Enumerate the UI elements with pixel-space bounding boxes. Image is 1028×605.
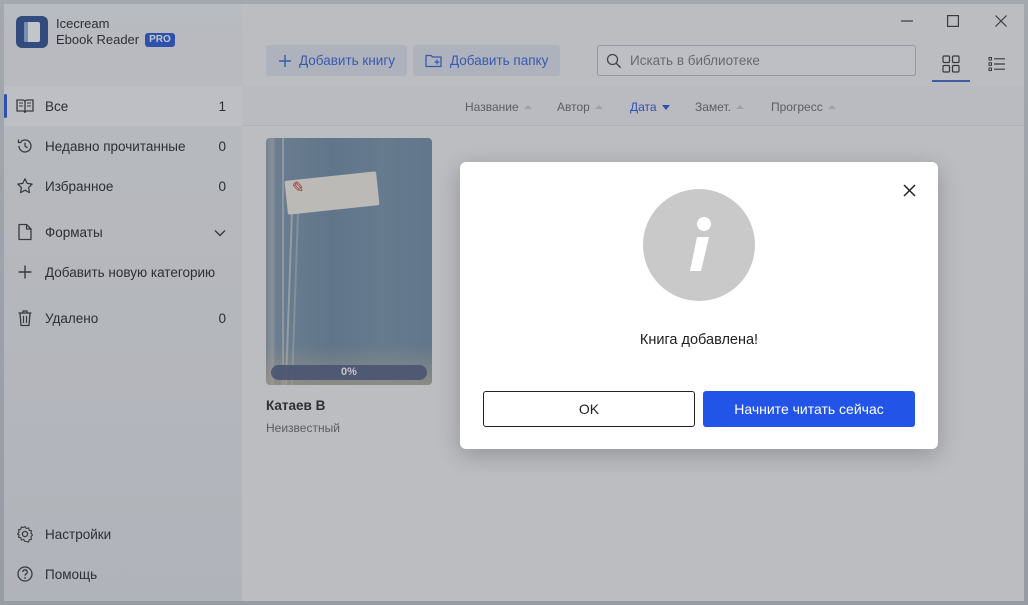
dialog-message: Книга добавлена! [639, 332, 759, 348]
book-added-dialog: Книга добавлена! OK Начните читать сейча… [460, 162, 938, 449]
ok-button[interactable]: OK [483, 391, 695, 427]
dialog-close-icon[interactable] [900, 181, 918, 199]
info-icon [643, 189, 755, 301]
read-now-button[interactable]: Начните читать сейчас [703, 391, 915, 427]
